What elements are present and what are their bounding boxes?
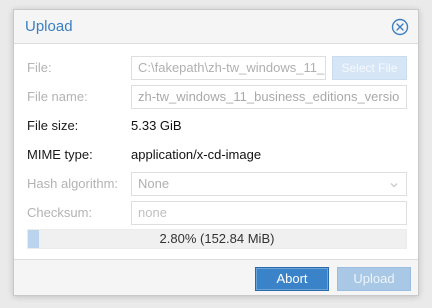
select-file-button[interactable]: Select File [332, 56, 407, 80]
mime-type-row: MIME type: application/x-cd-image [27, 143, 407, 167]
upload-dialog: Upload File: C:\fakepath\zh-tw_windows_1… [13, 9, 419, 296]
file-name-row: File name: zh-tw_windows_11_business_edi… [27, 85, 407, 109]
hash-algorithm-row: Hash algorithm: None [27, 172, 407, 196]
hash-algorithm-value: None [138, 176, 170, 191]
close-icon[interactable] [391, 18, 409, 36]
hash-algorithm-select[interactable]: None [131, 172, 407, 196]
mime-type-value: application/x-cd-image [131, 147, 262, 162]
dialog-titlebar: Upload [14, 10, 418, 44]
file-size-value: 5.33 GiB [131, 118, 182, 133]
upload-progress-text: 2.80% (152.84 MiB) [159, 231, 275, 246]
checksum-field[interactable]: none [131, 201, 407, 225]
hash-algorithm-label: Hash algorithm: [27, 176, 119, 191]
file-label: File: [27, 60, 52, 75]
file-size-label: File size: [27, 118, 79, 133]
file-row: File: C:\fakepath\zh-tw_windows_11_ Sele… [27, 56, 407, 80]
file-name-field[interactable]: zh-tw_windows_11_business_editions_versi… [131, 85, 407, 109]
checksum-placeholder: none [138, 205, 167, 220]
upload-button[interactable]: Upload [337, 267, 411, 291]
file-size-row: File size: 5.33 GiB [27, 114, 407, 138]
checksum-label: Checksum: [27, 205, 93, 220]
dialog-title: Upload [25, 18, 73, 35]
mime-type-label: MIME type: [27, 147, 93, 162]
abort-button[interactable]: Abort [255, 267, 329, 291]
file-name-label: File name: [27, 89, 88, 104]
dialog-footer: Abort Upload [14, 259, 418, 295]
file-path-field[interactable]: C:\fakepath\zh-tw_windows_11_ [131, 56, 326, 80]
checksum-row: Checksum: none [27, 201, 407, 225]
chevron-down-icon [390, 183, 398, 188]
upload-progress-bar: 2.80% (152.84 MiB) [27, 229, 407, 249]
